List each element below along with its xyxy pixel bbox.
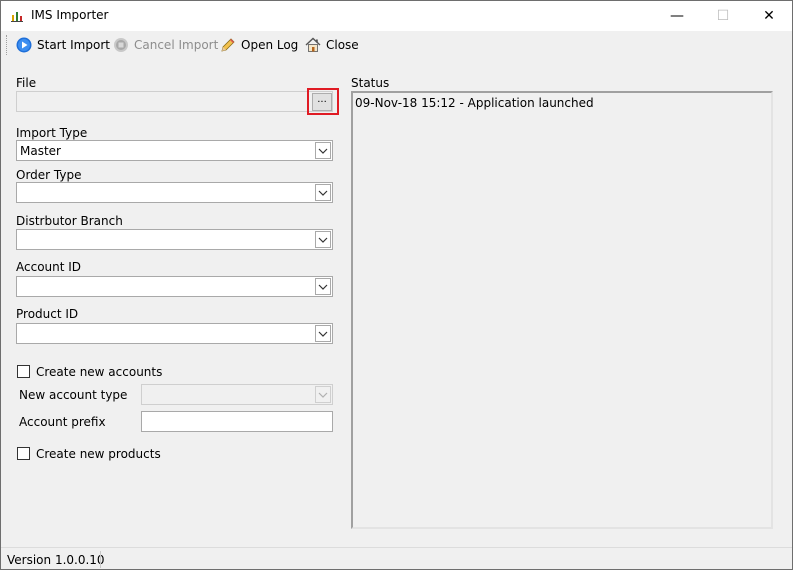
account-prefix-label: Account prefix [19, 415, 106, 429]
open-log-button[interactable]: Open Log [220, 34, 298, 56]
start-import-label: Start Import [37, 38, 110, 52]
status-bar: Version 1.0.0.10 [1, 547, 792, 569]
status-log[interactable]: 09-Nov-18 15:12 - Application launched [351, 91, 773, 529]
close-window-button[interactable]: ✕ [746, 1, 792, 31]
app-window: IMS Importer — ☐ ✕ Start Import Cancel I… [0, 0, 793, 570]
pencil-icon [221, 38, 235, 52]
status-line: 09-Nov-18 15:12 - Application launched [355, 96, 594, 110]
product-id-select[interactable] [16, 323, 333, 344]
play-icon [16, 37, 32, 53]
create-new-products-label[interactable]: Create new products [36, 447, 161, 461]
cancel-import-label: Cancel Import [134, 38, 219, 52]
version-text: Version 1.0.0.10 [7, 553, 105, 567]
create-new-products-checkbox[interactable] [17, 447, 30, 460]
chevron-down-icon[interactable] [315, 325, 331, 342]
window-title: IMS Importer [31, 8, 109, 22]
maximize-icon: ☐ [716, 8, 730, 24]
toolbar: Start Import Cancel Import Open Log Clos… [1, 31, 792, 58]
import-type-value: Master [20, 144, 61, 158]
toolbar-grip[interactable] [6, 35, 9, 55]
file-path-field[interactable] [16, 91, 333, 112]
file-label: File [16, 76, 37, 90]
chevron-down-icon [315, 386, 331, 403]
stop-icon [114, 38, 128, 52]
close-label: Close [326, 38, 359, 52]
start-import-button[interactable]: Start Import [16, 34, 110, 56]
close-button[interactable]: Close [305, 34, 359, 56]
open-log-label: Open Log [241, 38, 299, 52]
minimize-icon: — [670, 8, 684, 24]
chevron-down-icon[interactable] [315, 278, 331, 295]
bar-chart-icon [11, 12, 23, 22]
import-type-select[interactable]: Master [16, 140, 333, 161]
account-prefix-input[interactable] [141, 411, 333, 432]
close-icon: ✕ [763, 8, 775, 24]
home-icon [305, 37, 321, 52]
browse-button[interactable]: ... [312, 93, 332, 111]
order-type-label: Order Type [16, 168, 82, 182]
cancel-import-button[interactable]: Cancel Import [113, 34, 218, 56]
title-bar: IMS Importer — ☐ ✕ [1, 1, 792, 31]
status-label: Status [351, 76, 390, 90]
minimize-button[interactable]: — [654, 1, 700, 31]
new-account-type-label: New account type [19, 388, 128, 402]
status-separator [100, 551, 101, 568]
account-id-label: Account ID [16, 260, 82, 274]
product-id-label: Product ID [16, 307, 79, 321]
chevron-down-icon[interactable] [315, 184, 331, 201]
create-new-accounts-label[interactable]: Create new accounts [36, 365, 162, 379]
chevron-down-icon[interactable] [315, 231, 331, 248]
account-id-select[interactable] [16, 276, 333, 297]
chevron-down-icon[interactable] [315, 142, 331, 159]
distributor-branch-select[interactable] [16, 229, 333, 250]
order-type-select[interactable] [16, 182, 333, 203]
create-new-accounts-checkbox[interactable] [17, 365, 30, 378]
import-type-label: Import Type [16, 126, 88, 140]
new-account-type-select[interactable] [141, 384, 333, 405]
distributor-branch-label: Distrbutor Branch [16, 214, 123, 228]
maximize-button[interactable]: ☐ [700, 1, 746, 31]
